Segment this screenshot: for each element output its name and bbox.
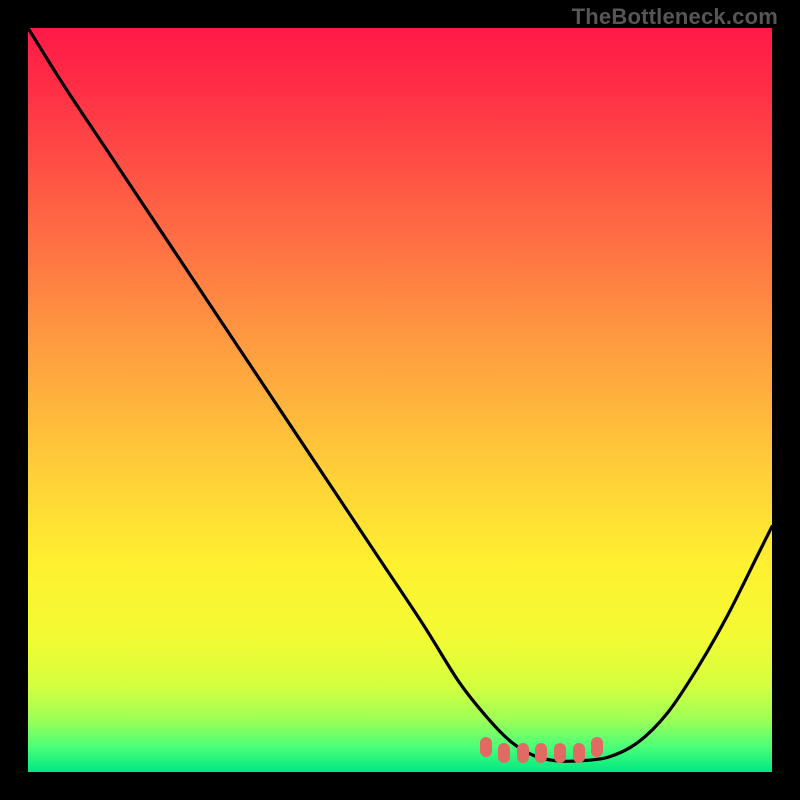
plot-area [28, 28, 772, 772]
optimal-marker [480, 737, 492, 757]
optimal-marker [498, 743, 510, 763]
optimal-marker [591, 737, 603, 757]
optimal-marker [535, 743, 547, 763]
watermark-text: TheBottleneck.com [572, 4, 778, 30]
optimal-marker [573, 743, 585, 763]
optimal-marker [554, 743, 566, 763]
optimal-marker [517, 743, 529, 763]
bottleneck-curve [28, 28, 772, 772]
chart-frame: TheBottleneck.com [0, 0, 800, 800]
